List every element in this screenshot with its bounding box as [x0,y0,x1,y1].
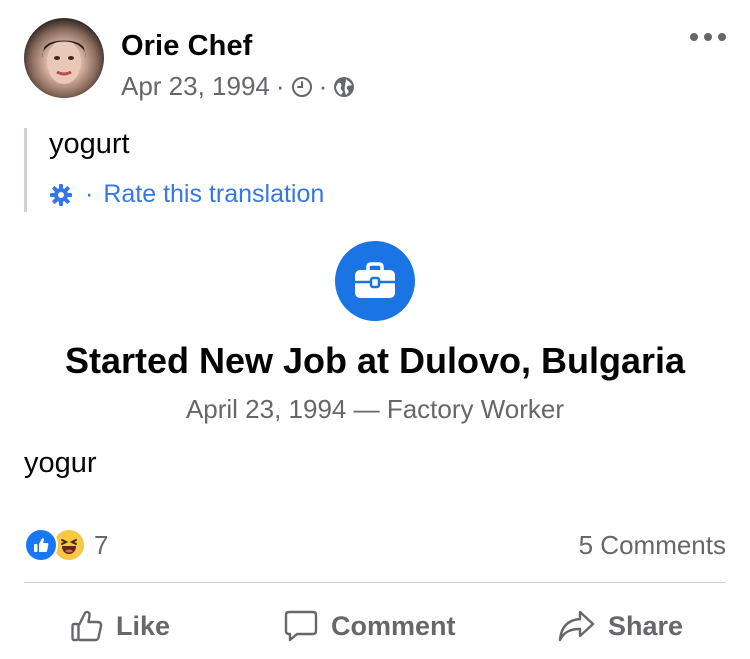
avatar-image [42,40,86,84]
post-meta: Apr 23, 1994 · · [121,71,355,102]
author-name[interactable]: Orie Chef [121,30,252,63]
life-event-icon-circle [335,241,415,321]
more-options-button[interactable] [690,30,726,44]
avatar[interactable] [24,18,104,98]
more-horizontal-icon [690,33,698,41]
rate-separator: · [85,180,94,208]
post-actions: Like Comment Share [24,600,726,652]
life-event-subtitle: April 23, 1994 — Factory Worker [185,394,565,424]
share-button[interactable]: Share [558,600,683,652]
reactions-summary[interactable]: 7 [24,528,108,562]
comment-icon [284,610,318,642]
share-label: Share [608,610,684,641]
rate-translation: · Rate this translation [49,180,324,209]
meta-separator: · [318,71,328,101]
translated-text: yogurt [49,128,130,160]
post-date[interactable]: Apr 23, 1994 [121,71,270,102]
share-icon [558,610,595,642]
like-reaction-icon [24,528,58,562]
briefcase-icon [355,262,395,298]
reaction-count: 7 [94,529,109,560]
post-header: Orie Chef Apr 23, 1994 · · [24,18,726,102]
comments-count[interactable]: 5 Comments [579,530,726,561]
like-label: Like [116,610,171,641]
comment-button[interactable]: Comment [283,600,456,652]
clock-icon [291,76,312,97]
gear-icon[interactable] [49,183,73,207]
meta-separator: · [275,71,285,101]
like-button[interactable]: Like [70,600,170,652]
post-body-text: yogur [24,447,97,479]
translation-block: yogurt · Rate this translation [24,128,717,212]
divider [24,582,726,583]
life-event-title: Started New Job at Dulovo, Bulgaria [64,340,686,381]
rate-translation-link[interactable]: Rate this translation [103,180,324,209]
comment-label: Comment [331,610,456,641]
globe-icon[interactable] [333,76,355,98]
thumbs-up-icon [71,610,103,642]
